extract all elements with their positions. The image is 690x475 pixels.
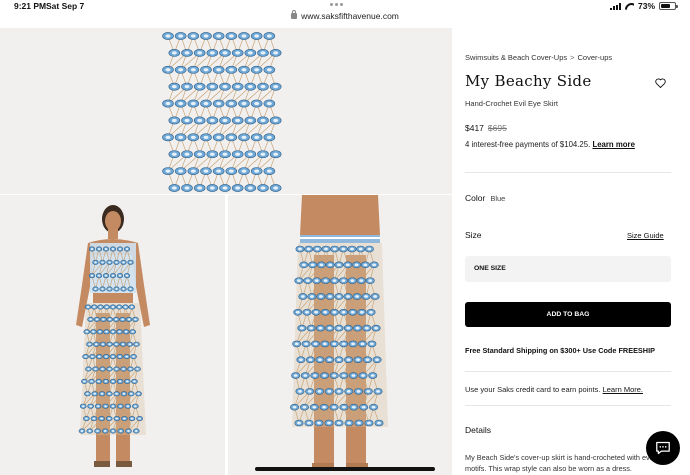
- product-subtitle: Hand-Crochet Evil Eye Skirt: [465, 99, 558, 108]
- model-front-illustration: [0, 195, 225, 475]
- saks-card-promo: Use your Saks credit card to earn points…: [465, 385, 643, 394]
- breadcrumb-item-swimsuits[interactable]: Swimsuits & Beach Cover-Ups: [465, 53, 567, 62]
- heart-icon: [654, 78, 666, 88]
- chat-button[interactable]: [646, 431, 680, 465]
- size-guide-link[interactable]: Size Guide: [627, 231, 664, 240]
- address-bar[interactable]: www.saksfifthavenue.com: [0, 10, 690, 21]
- status-date: Sat Sep 7: [46, 1, 85, 11]
- divider: [465, 405, 671, 406]
- breadcrumb-item-cover-ups[interactable]: Cover-ups: [578, 53, 613, 62]
- url-text: www.saksfifthavenue.com: [301, 11, 399, 21]
- saks-card-learn-more-link[interactable]: Learn More.: [603, 385, 643, 394]
- breadcrumb: Swimsuits & Beach Cover-Ups > Cover-ups: [465, 53, 612, 62]
- installments-info: 4 interest-free payments of $104.25. Lea…: [465, 140, 635, 149]
- size-label: Size: [465, 230, 482, 240]
- battery-icon: [659, 2, 678, 10]
- original-price: $695: [487, 123, 507, 133]
- divider: [465, 371, 671, 372]
- size-option-one-size[interactable]: ONE SIZE: [465, 256, 671, 282]
- status-time: 9:21 PM: [14, 1, 47, 11]
- saks-card-text: Use your Saks credit card to earn points…: [465, 385, 601, 394]
- product-info-panel: Swimsuits & Beach Cover-Ups > Cover-ups My…: [452, 28, 690, 475]
- sale-price: $417: [465, 123, 484, 133]
- wishlist-button[interactable]: [651, 74, 669, 92]
- wifi-icon: [625, 3, 634, 10]
- status-indicators: 73%: [609, 1, 678, 11]
- price-row: $417 $695: [465, 123, 507, 133]
- details-description: My Beach Side's cover-up skirt is hand-c…: [465, 453, 667, 473]
- crochet-detail-illustration: [0, 28, 452, 194]
- installments-learn-more-link[interactable]: Learn more: [592, 140, 634, 149]
- product-image-model-skirt[interactable]: [228, 195, 452, 475]
- color-label: Color: [465, 193, 486, 203]
- battery-percent: 73%: [637, 1, 655, 11]
- divider: [465, 172, 671, 173]
- home-indicator: [255, 467, 435, 471]
- add-to-bag-button[interactable]: ADD TO BAG: [465, 302, 671, 327]
- battery-fill: [661, 4, 671, 8]
- breadcrumb-separator: >: [570, 53, 575, 62]
- lock-icon: [291, 10, 298, 19]
- shipping-promo: Free Standard Shipping on $300+ Use Code…: [465, 346, 655, 355]
- more-dots-icon[interactable]: [330, 3, 343, 6]
- details-heading[interactable]: Details: [465, 425, 491, 435]
- product-brand-title[interactable]: My Beachy Side: [465, 72, 592, 90]
- product-image-detail[interactable]: [0, 28, 452, 194]
- chat-bubble-icon: [656, 441, 670, 455]
- cellular-signal-icon: [609, 2, 621, 10]
- status-bar: 9:21 PM Sat Sep 7 www.saksfifthavenue.co…: [0, 0, 690, 28]
- model-skirt-illustration: [228, 195, 452, 475]
- color-selector: Color Blue: [465, 193, 505, 203]
- product-image-model-front[interactable]: [0, 195, 225, 475]
- installments-text: 4 interest-free payments of $104.25.: [465, 140, 591, 149]
- color-value: Blue: [490, 194, 506, 203]
